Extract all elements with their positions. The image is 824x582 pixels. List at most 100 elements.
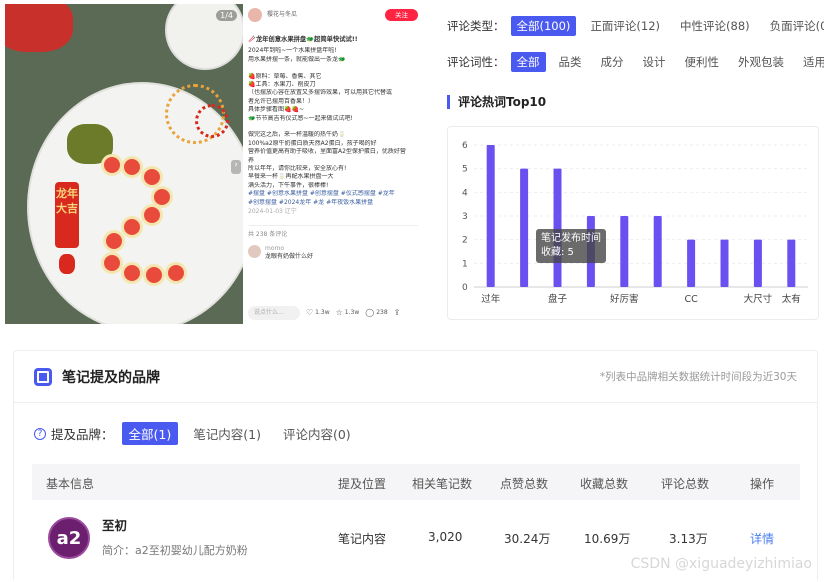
x-tick-label: 太有 (782, 293, 801, 305)
chart-bar[interactable] (520, 168, 529, 287)
brand-name: 至初 (102, 518, 128, 533)
chart-bar[interactable] (720, 239, 729, 287)
brand-section-icon (34, 367, 52, 386)
divider (248, 224, 418, 226)
comment-attr-tab-5[interactable]: 外观包装 (732, 52, 790, 72)
filter-label: 评论类型： (447, 19, 505, 33)
chart-bar[interactable] (753, 239, 762, 287)
fruit-slice (165, 262, 187, 284)
y-tick-label: 2 (462, 236, 468, 246)
column-header: 评论总数 (661, 477, 710, 491)
y-tick-label: 5 (462, 165, 468, 175)
brand-intro: 简介：a2至初婴幼儿配方奶粉 (102, 544, 248, 557)
filter-label: 评论词性： (447, 55, 505, 69)
like-button[interactable]: ♡ 1.3w (306, 308, 330, 317)
y-tick-label: 4 (462, 188, 468, 198)
comment-attr-tab-3[interactable]: 设计 (637, 52, 672, 72)
star-icon: ☆ (335, 307, 343, 317)
section-note: *列表中品牌相关数据统计时间段为近30天 (599, 371, 797, 383)
post-line: 者允许已摆用百香果！） (248, 97, 315, 105)
fruit-slice (141, 166, 163, 188)
comment-type-tab-3[interactable]: 负面评论(0) (764, 16, 824, 36)
post-image[interactable]: 龙年大吉 1/4 › (5, 4, 243, 324)
fruit-slice (101, 252, 123, 274)
strawberry-bowl (5, 4, 73, 52)
post-body: 2024年到啦~一个水果拼盘年啦! 用水果拼摆一条，就能做出一条龙🐲 🍓原料：草莓、… (248, 47, 418, 190)
comment-text: 龙眼有奶做什么好 (265, 253, 314, 261)
chart-bar[interactable] (787, 239, 796, 287)
column-header: 操作 (750, 477, 775, 491)
comment-type-tab-0[interactable]: 全部(100) (510, 16, 577, 36)
post-tags: #摆盘 #创意水果拼盘 #创意摆盘 #仪式感摆盘 #龙年 #创意摆盘 #2024龙… (248, 190, 418, 207)
column-header: 相关笔记数 (412, 477, 473, 491)
post-line: 做完这之后，来一杯温暖的热牛奶🥛 (248, 131, 346, 139)
post-line: （也摆放心容在放置又多摆饰效果，可以用其它代替或 (248, 89, 393, 97)
post-line: 🍓工具：水果刀、削皮刀 (248, 81, 316, 89)
post-line: 所以年年，请你比较来，安全放心有! (248, 165, 347, 173)
fruit-slice (143, 264, 165, 286)
avatar[interactable] (248, 8, 262, 22)
fruit-slice (121, 216, 143, 238)
comment-attr-tab-2[interactable]: 成分 (595, 52, 630, 72)
mention-tab-0[interactable]: 全部(1) (121, 422, 179, 445)
favorite-button[interactable]: ☆ 1.3w (335, 307, 360, 317)
mention-position: 笔记内容 (338, 532, 387, 546)
comment-attr-tab-0[interactable]: 全部 (510, 52, 546, 72)
hot-words-chart: 0 1 2 3 4 5 6 过年 盘子 好厉害 CC 大尺寸 太有 笔记发布时间 收藏: 5 (447, 126, 819, 320)
chart-bar[interactable] (653, 216, 662, 287)
column-header: 基本信息 (46, 477, 95, 491)
x-tick-label: 大尺寸 (744, 293, 773, 305)
comment-button[interactable]: ◯ 238 (365, 307, 387, 317)
chart-bar[interactable] (687, 239, 696, 287)
post-detail: 樱花与冬瓜 关注 🥢龙年创意水果拼盘🐲超简单快试试!! 2024年到啦~一个水果… (248, 4, 418, 324)
plate-text: 龙年大吉 (55, 182, 79, 248)
comment-input[interactable]: 说点什么... (248, 305, 300, 320)
likes-total: 30.24万 (504, 532, 551, 546)
post-line: 用水果拼摆一条，就能做出一条龙🐲 (248, 55, 346, 63)
post-tag-line[interactable]: #创意摆盘 #2024龙年 #龙 #年夜饭水果拼盘 (248, 199, 418, 207)
brand-logo: a2 (48, 517, 90, 559)
firework-decoration (195, 104, 229, 138)
fruit-slice (101, 154, 123, 176)
x-tick-label: 好厉害 (610, 293, 639, 305)
comment-type-tab-2[interactable]: 中性评论(88) (674, 16, 756, 36)
comment-attr-tab-4[interactable]: 便利性 (679, 52, 726, 72)
page-indicator: 1/4 (216, 10, 237, 21)
help-icon[interactable]: ? (34, 427, 46, 440)
post-tag-line[interactable]: #摆盘 #创意水果拼盘 #创意摆盘 #仪式感摆盘 #龙年 (248, 190, 418, 198)
lantern-decoration (59, 254, 75, 274)
post-line (248, 64, 418, 72)
fruit-slice (121, 262, 143, 284)
post-line: 🍓原料：草莓、香蕉、其它 (248, 72, 322, 80)
watermark: CSDN @xiguadeyizhimiao (630, 556, 812, 572)
engagement-bar: 说点什么... ♡ 1.3w ☆ 1.3w ◯ 238 ⇪ (248, 305, 418, 320)
comment-attr-tab-1[interactable]: 品类 (553, 52, 588, 72)
column-header: 点赞总数 (500, 477, 549, 491)
section-title: 笔记提及的品牌 (62, 369, 160, 386)
details-link[interactable]: 详情 (750, 530, 774, 547)
comment-count: 共 238 条评论 (248, 230, 288, 238)
mention-tab-2[interactable]: 评论内容(0) (276, 422, 358, 445)
brand-panel: 笔记提及的品牌 *列表中品牌相关数据统计时间段为近30天 ? 提及品牌： 全部(… (13, 350, 818, 580)
chart-bar[interactable] (553, 168, 562, 287)
notes-count: 3,020 (428, 530, 463, 544)
share-button[interactable]: ⇪ (394, 308, 401, 317)
comment-attr-filter: 评论词性： 全部品类成分设计便利性外观包装适用场景 (447, 52, 824, 72)
chart-bar[interactable] (620, 216, 629, 287)
author-name[interactable]: 樱花与冬瓜 (267, 11, 385, 19)
comments-total: 3.13万 (669, 532, 708, 546)
chart-bar[interactable] (486, 145, 495, 287)
post-line: 营养价值更高有助于吸收，里面富A2型保护蛋白，优质好营 (248, 148, 406, 156)
tooltip-title: 笔记发布时间 (541, 233, 601, 244)
post-line: 2024年到啦~一个水果拼盘年啦! (248, 47, 337, 55)
comment-type-tab-1[interactable]: 正面评论(12) (584, 16, 666, 36)
mention-tab-1[interactable]: 笔记内容(1) (186, 422, 268, 445)
next-image-button[interactable]: › (231, 160, 241, 174)
fruit-slice (103, 230, 125, 252)
chat-icon: ◯ (365, 307, 375, 317)
post-date: 2024-01-03 辽宁 (248, 208, 297, 216)
y-tick-label: 3 (462, 212, 468, 222)
follow-button[interactable]: 关注 (385, 8, 418, 22)
avatar[interactable] (248, 244, 261, 258)
comment-attr-tab-6[interactable]: 适用场景 (797, 52, 824, 72)
